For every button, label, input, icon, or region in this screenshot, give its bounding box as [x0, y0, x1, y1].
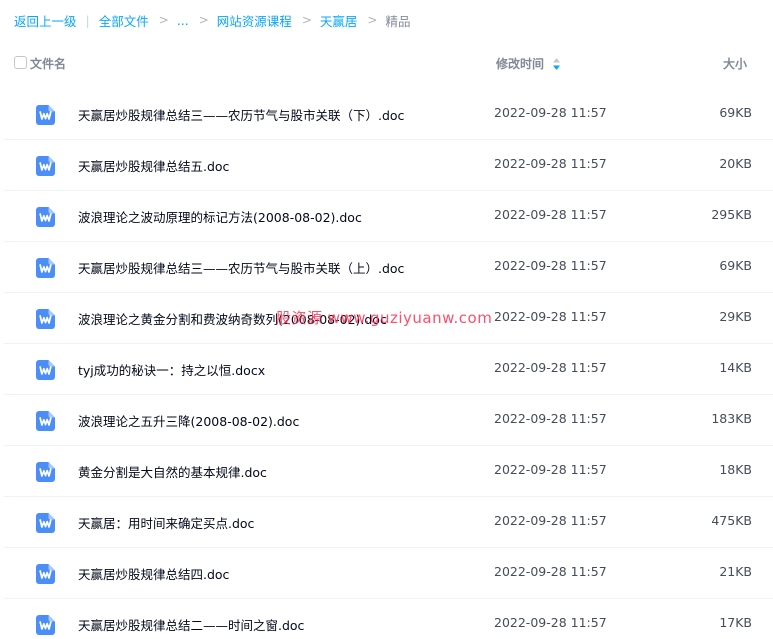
file-name[interactable]: 天赢居炒股规律总结四.doc: [78, 564, 229, 583]
word-doc-icon: [36, 156, 55, 176]
breadcrumb: 返回上一级 | 全部文件 > ... > 网站资源课程 > 天赢居 > 精品: [14, 11, 410, 29]
file-row[interactable]: 天赢居炒股规律总结三——农历节气与股市关联（上）.doc 2022-09-28 1…: [4, 242, 773, 293]
column-header-modified-label: 修改时间: [496, 57, 545, 71]
column-header-name[interactable]: 文件名: [30, 55, 66, 72]
chevron-right-icon: >: [198, 13, 209, 27]
breadcrumb-all-files[interactable]: 全部文件: [99, 11, 149, 30]
file-row[interactable]: 天赢居炒股规律总结二——时间之窗.doc 2022-09-28 11:57 17KB: [4, 599, 773, 639]
word-doc-icon: [36, 564, 55, 584]
file-modified-time: 2022-09-28 11:57: [494, 309, 607, 324]
file-size: 295KB: [711, 207, 752, 222]
breadcrumb-ellipsis[interactable]: ...: [177, 13, 189, 28]
file-size: 69KB: [719, 105, 752, 120]
file-modified-time: 2022-09-28 11:57: [494, 105, 607, 120]
file-size: 20KB: [719, 156, 752, 171]
file-name[interactable]: 天赢居炒股规律总结二——时间之窗.doc: [78, 615, 304, 634]
breadcrumb-divider: |: [85, 12, 90, 28]
breadcrumb-course[interactable]: 网站资源课程: [217, 11, 292, 30]
chevron-right-icon: >: [158, 13, 169, 27]
file-name[interactable]: 天赢居：用时间来确定买点.doc: [78, 513, 254, 532]
file-name[interactable]: 天赢居炒股规律总结三——农历节气与股市关联（下）.doc: [78, 105, 404, 124]
file-row[interactable]: 天赢居炒股规律总结三——农历节气与股市关联（下）.doc 2022-09-28 1…: [4, 89, 773, 140]
file-name[interactable]: 黄金分割是大自然的基本规律.doc: [78, 462, 267, 481]
file-modified-time: 2022-09-28 11:57: [494, 513, 607, 528]
file-size: 18KB: [719, 462, 752, 477]
file-size: 69KB: [719, 258, 752, 273]
file-modified-time: 2022-09-28 11:57: [494, 207, 607, 222]
column-header-size[interactable]: 大小: [723, 55, 747, 72]
word-doc-icon: [36, 309, 55, 329]
file-name[interactable]: 天赢居炒股规律总结五.doc: [78, 156, 229, 175]
file-row[interactable]: 波浪理论之五升三降(2008-08-02).doc 2022-09-28 11:5…: [4, 395, 773, 446]
file-size: 21KB: [719, 564, 752, 579]
file-list-header: 文件名 修改时间 大小: [0, 43, 773, 83]
file-modified-time: 2022-09-28 11:57: [494, 258, 607, 273]
file-list: 天赢居炒股规律总结三——农历节气与股市关联（下）.doc 2022-09-28 1…: [0, 89, 773, 639]
file-size: 29KB: [719, 309, 752, 324]
word-doc-icon: [36, 105, 55, 125]
chevron-right-icon: >: [367, 13, 378, 27]
file-modified-time: 2022-09-28 11:57: [494, 360, 607, 375]
breadcrumb-current: 精品: [385, 13, 411, 29]
word-doc-icon: [36, 615, 55, 635]
word-doc-icon: [36, 513, 55, 533]
file-modified-time: 2022-09-28 11:57: [494, 462, 607, 477]
breadcrumb-folder[interactable]: 天赢居: [320, 11, 358, 30]
file-modified-time: 2022-09-28 11:57: [494, 564, 607, 579]
file-modified-time: 2022-09-28 11:57: [494, 615, 607, 630]
file-row[interactable]: tyj成功的秘诀一：持之以恒.docx 2022-09-28 11:57 14KB: [4, 344, 773, 395]
word-doc-icon: [36, 207, 55, 227]
file-size: 183KB: [711, 411, 752, 426]
word-doc-icon: [36, 360, 55, 380]
file-modified-time: 2022-09-28 11:57: [494, 411, 607, 426]
file-row[interactable]: 黄金分割是大自然的基本规律.doc 2022-09-28 11:57 18KB: [4, 446, 773, 497]
file-name[interactable]: 波浪理论之五升三降(2008-08-02).doc: [78, 411, 299, 430]
file-size: 14KB: [719, 360, 752, 375]
file-row[interactable]: 波浪理论之波动原理的标记方法(2008-08-02).doc 2022-09-28…: [4, 191, 773, 242]
back-link[interactable]: 返回上一级: [14, 11, 77, 30]
file-size: 17KB: [719, 615, 752, 630]
word-doc-icon: [36, 462, 55, 482]
chevron-right-icon: >: [301, 13, 312, 27]
file-modified-time: 2022-09-28 11:57: [494, 156, 607, 171]
file-name[interactable]: 波浪理论之波动原理的标记方法(2008-08-02).doc: [78, 207, 362, 226]
file-list-page: 返回上一级 | 全部文件 > ... > 网站资源课程 > 天赢居 > 精品 文…: [0, 0, 773, 639]
file-name[interactable]: 天赢居炒股规律总结三——农历节气与股市关联（上）.doc: [78, 258, 404, 277]
sort-icon[interactable]: [552, 57, 561, 71]
watermark-text: 股资源 www.guziyuanw.com: [276, 309, 493, 327]
word-doc-icon: [36, 258, 55, 278]
select-all-checkbox[interactable]: [14, 56, 27, 69]
column-header-modified[interactable]: 修改时间: [496, 55, 561, 72]
file-row[interactable]: 天赢居：用时间来确定买点.doc 2022-09-28 11:57 475KB: [4, 497, 773, 548]
file-row[interactable]: 天赢居炒股规律总结五.doc 2022-09-28 11:57 20KB: [4, 140, 773, 191]
word-doc-icon: [36, 411, 55, 431]
file-name[interactable]: tyj成功的秘诀一：持之以恒.docx: [78, 360, 265, 379]
file-size: 475KB: [711, 513, 752, 528]
file-row[interactable]: 天赢居炒股规律总结四.doc 2022-09-28 11:57 21KB: [4, 548, 773, 599]
